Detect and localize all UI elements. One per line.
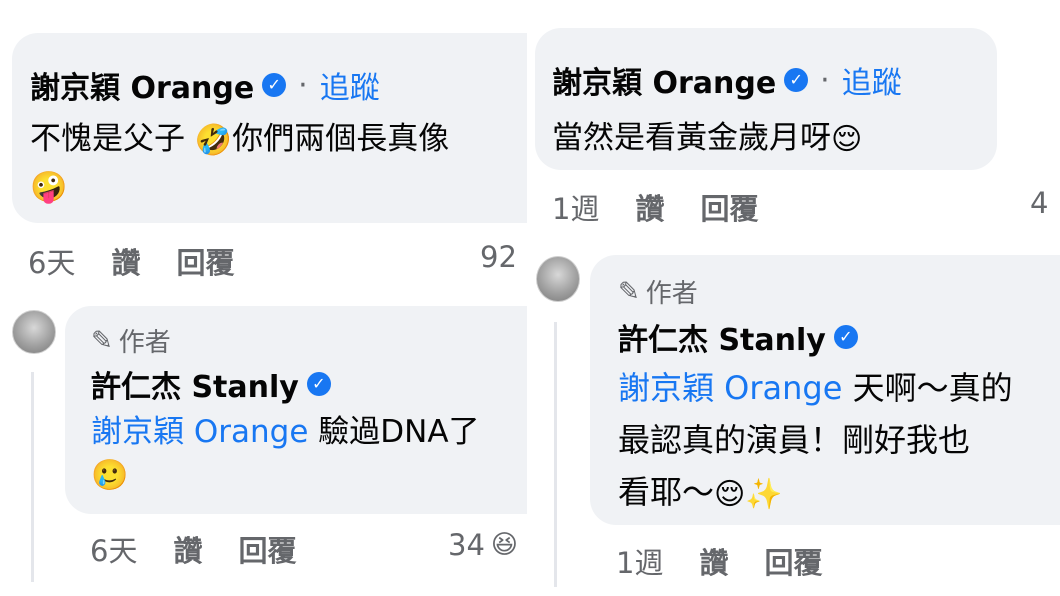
pencil-icon: ✎ — [618, 276, 640, 307]
reply-text-line-2: 🥲 — [91, 456, 128, 493]
comment-time[interactable]: 6天 — [28, 240, 75, 282]
comment-text: 不愧是父子 — [30, 121, 195, 157]
zany-face-emoji: 🤪 — [30, 170, 68, 205]
comment-text-cont: 你們兩個長真像 — [232, 121, 450, 157]
laughing-reaction-icon: 😆 — [490, 530, 519, 560]
comment-reactions[interactable]: 92 — [480, 240, 517, 274]
reply-text: 最認真的演員！剛好我也 — [618, 421, 971, 459]
reply-reactions[interactable]: 34 😆 — [448, 528, 518, 562]
pencil-icon: ✎ — [91, 325, 113, 356]
reply-button[interactable]: 回覆 — [764, 540, 822, 582]
reply-bubble: ✎ 作者 許仁杰 Stanly ✓ 謝京穎 Orange 驗過DNA了 🥲 — [65, 306, 527, 514]
relieved-face-emoji: 😌 — [831, 122, 863, 157]
reply-text-line-1: 謝京穎 Orange 天啊～真的 — [618, 363, 1013, 409]
comment-text: 當然是看黃金歲月呀 — [552, 120, 831, 156]
like-button[interactable]: 讚 — [699, 540, 728, 582]
separator-dot: · — [820, 62, 830, 98]
like-button[interactable]: 讚 — [111, 240, 140, 282]
reply-actions: 1週 讚 回覆 — [616, 540, 822, 582]
reply-time[interactable]: 1週 — [616, 540, 663, 582]
left-screenshot-panel: 謝京穎 Orange ✓ · 追蹤 不愧是父子 🤣你們兩個長真像 🤪 6天 讚 … — [0, 0, 527, 596]
author-tag: ✎ 作者 — [618, 273, 698, 310]
author-tag: ✎ 作者 — [91, 322, 171, 359]
verified-badge-icon: ✓ — [833, 325, 858, 349]
follow-button[interactable]: 追蹤 — [842, 58, 902, 102]
reply-time[interactable]: 6天 — [90, 528, 137, 570]
reaction-count: 92 — [480, 240, 517, 274]
comment-reactions[interactable]: 4 — [1030, 186, 1048, 220]
follow-button[interactable]: 追蹤 — [320, 63, 380, 107]
comment-text-line-2: 🤪 — [30, 168, 67, 205]
reply-button[interactable]: 回覆 — [176, 240, 234, 282]
reply-header: 許仁杰 Stanly ✓ — [618, 315, 858, 359]
avatar[interactable] — [12, 310, 56, 354]
verified-badge-icon: ✓ — [784, 68, 809, 92]
thread-line — [554, 322, 557, 587]
sad-smile-emoji: 🥲 — [91, 458, 129, 493]
author-tag-label: 作者 — [645, 279, 698, 309]
comment-actions: 1週 讚 回覆 — [552, 186, 758, 228]
comment-text-line-1: 當然是看黃金歲月呀😌 — [552, 112, 862, 157]
rolling-laughing-emoji: 🤣 — [194, 123, 233, 158]
mention-link[interactable]: 謝京穎 Orange — [91, 414, 308, 450]
comment-bubble: 謝京穎 Orange ✓ · 追蹤 不愧是父子 🤣你們兩個長真像 🤪 — [12, 33, 527, 223]
reply-text: 天啊～真的 — [842, 369, 1013, 407]
reply-text-line-3: 看耶～😌✨ — [618, 467, 783, 513]
reply-text-line-1: 謝京穎 Orange 驗過DNA了 — [91, 406, 480, 451]
relieved-face-emoji: 😌 — [714, 476, 746, 512]
verified-badge-icon: ✓ — [262, 73, 287, 97]
reply-header: 許仁杰 Stanly ✓ — [91, 362, 331, 406]
reply-bubble: ✎ 作者 許仁杰 Stanly ✓ 謝京穎 Orange 天啊～真的 最認真的演… — [590, 255, 1060, 525]
like-button[interactable]: 讚 — [635, 186, 664, 228]
right-screenshot-panel: 謝京穎 Orange ✓ · 追蹤 當然是看黃金歲月呀😌 1週 讚 回覆 4 ✎… — [530, 0, 1060, 596]
reply-text-line-2: 最認真的演員！剛好我也 — [618, 415, 970, 461]
reply-author-name[interactable]: 許仁杰 Stanly — [618, 315, 826, 359]
reaction-count: 4 — [1030, 186, 1049, 220]
reply-author-name[interactable]: 許仁杰 Stanly — [91, 362, 299, 406]
reply-actions: 6天 讚 回覆 — [90, 528, 296, 570]
reply-button[interactable]: 回覆 — [238, 528, 296, 570]
comment-header: 謝京穎 Orange ✓ · 追蹤 — [552, 58, 902, 102]
author-tag-label: 作者 — [118, 328, 171, 358]
verified-badge-icon: ✓ — [306, 372, 331, 396]
comment-author-name[interactable]: 謝京穎 Orange — [552, 58, 776, 102]
like-button[interactable]: 讚 — [173, 528, 202, 570]
reaction-count: 34 — [448, 528, 485, 562]
comment-author-name[interactable]: 謝京穎 Orange — [30, 63, 254, 107]
comment-bubble: 謝京穎 Orange ✓ · 追蹤 當然是看黃金歲月呀😌 — [535, 28, 997, 170]
separator-dot: · — [298, 67, 308, 103]
mention-link[interactable]: 謝京穎 Orange — [618, 369, 842, 407]
reply-text: 驗過DNA了 — [308, 414, 480, 450]
comment-header: 謝京穎 Orange ✓ · 追蹤 — [30, 63, 380, 107]
comment-text-line-1: 不愧是父子 🤣你們兩個長真像 — [30, 113, 449, 158]
comment-actions: 6天 讚 回覆 — [28, 240, 234, 282]
reply-button[interactable]: 回覆 — [700, 186, 758, 228]
sparkles-emoji: ✨ — [745, 476, 783, 512]
avatar[interactable] — [536, 256, 580, 302]
thread-line — [31, 372, 34, 582]
comment-time[interactable]: 1週 — [552, 186, 599, 228]
reply-text: 看耶～ — [618, 473, 715, 511]
